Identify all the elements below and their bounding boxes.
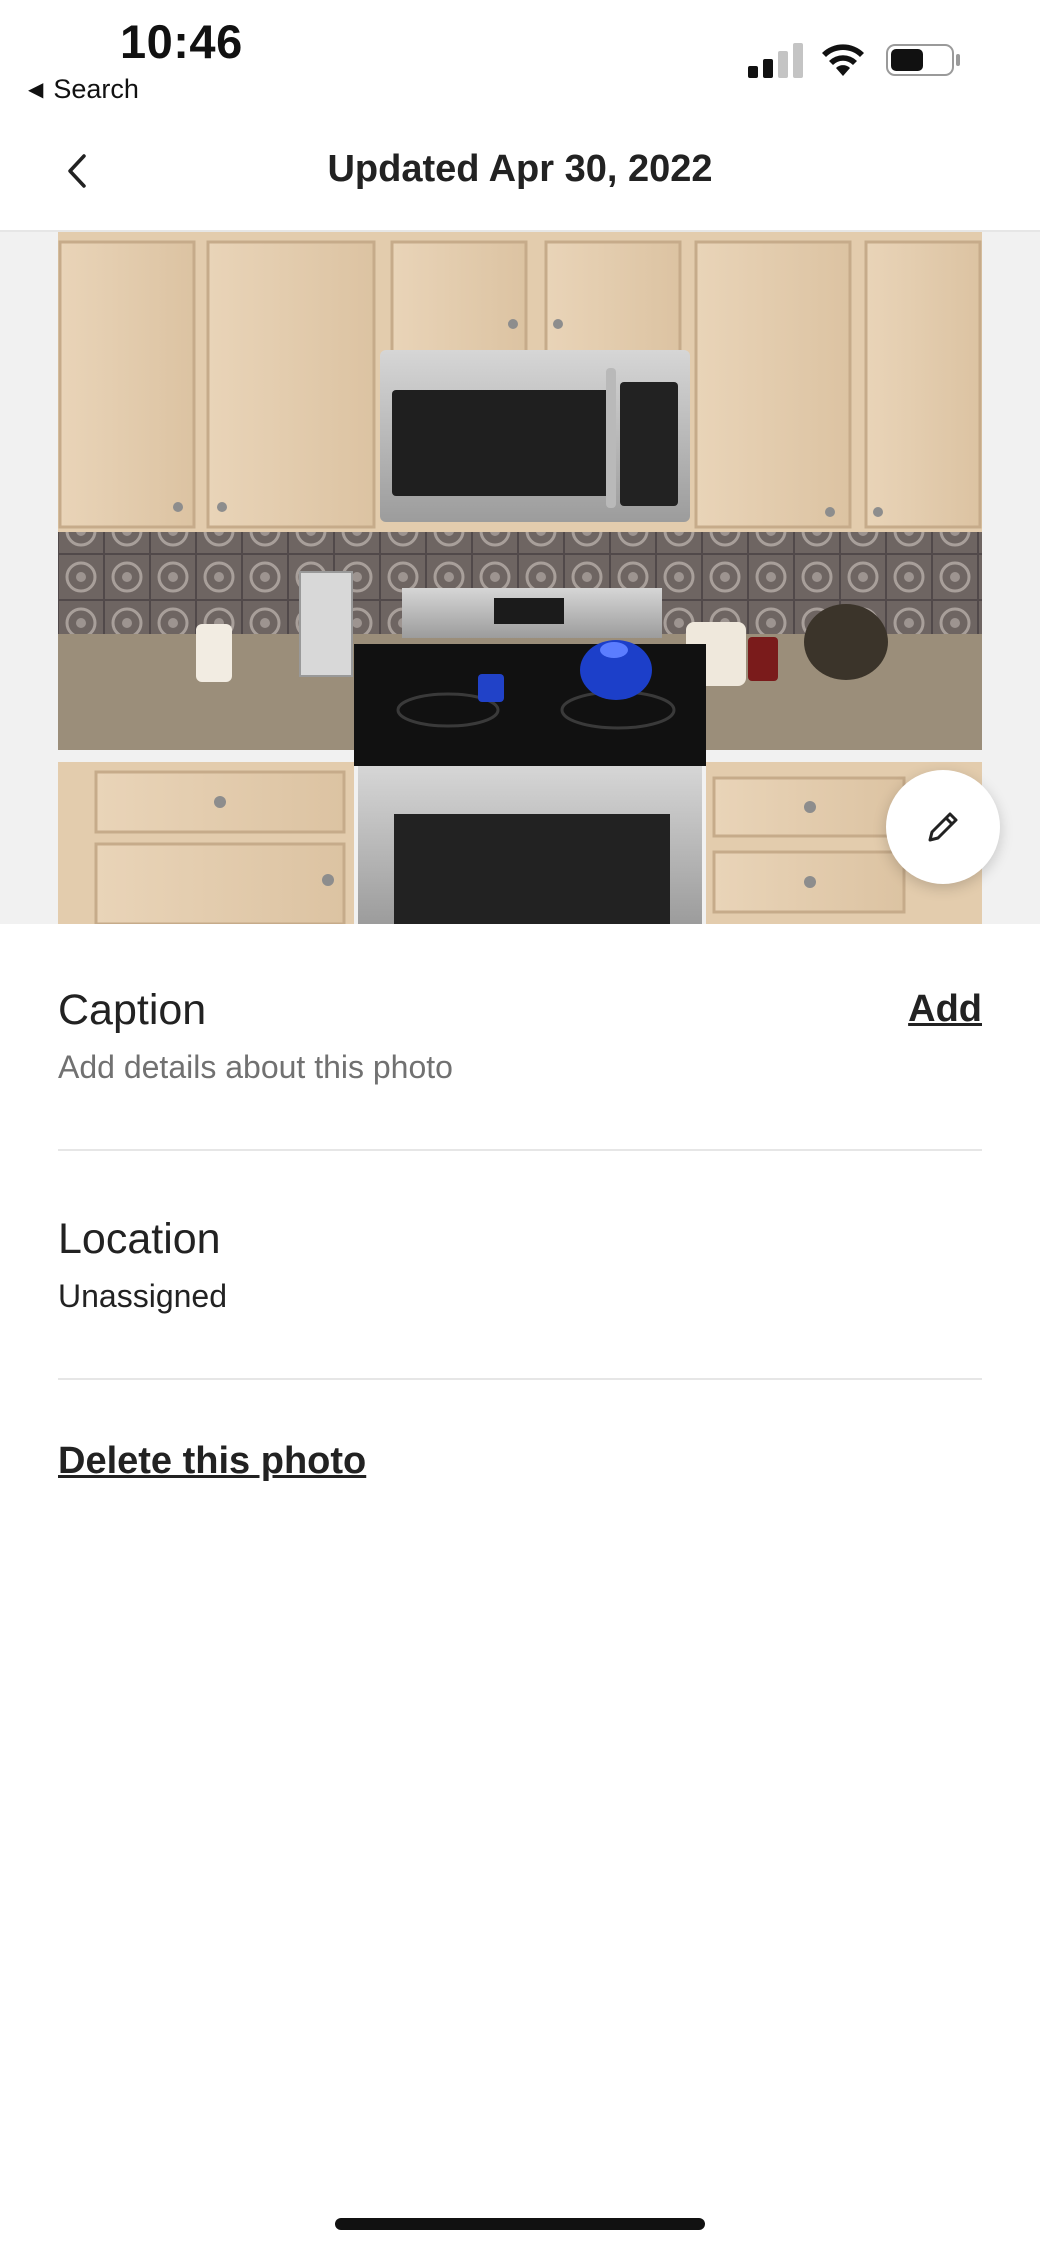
delete-photo-button[interactable]: Delete this photo [58,1440,366,1483]
location-label: Location [58,1215,221,1263]
back-to-search-label: Search [53,74,139,104]
home-indicator [335,2218,705,2230]
nav-header: Updated Apr 30, 2022 [0,110,1040,232]
status-bar: 10:46 ◀ Search [0,0,1040,110]
caption-placeholder: Add details about this photo [58,1049,453,1085]
back-to-search-link[interactable]: ◀ Search [28,74,139,105]
divider [58,1149,982,1151]
location-value: Unassigned [58,1278,227,1314]
triangle-left-icon: ◀ [28,79,44,101]
cellular-signal-icon [748,43,803,78]
photo-area [0,232,1040,924]
caption-label: Caption [58,986,207,1034]
divider [58,1378,982,1380]
wifi-icon [822,44,864,76]
page-title: Updated Apr 30, 2022 [327,148,713,190]
kitchen-photo [58,232,982,924]
add-caption-button[interactable]: Add [908,988,982,1031]
pencil-icon [928,812,958,842]
status-time: 10:46 [120,15,243,68]
edit-photo-button[interactable] [886,770,1000,884]
location-section[interactable]: Location Unassigned [58,1215,982,1315]
battery-icon [886,44,960,76]
caption-section: Caption Add details about this photo Add [58,986,982,1086]
